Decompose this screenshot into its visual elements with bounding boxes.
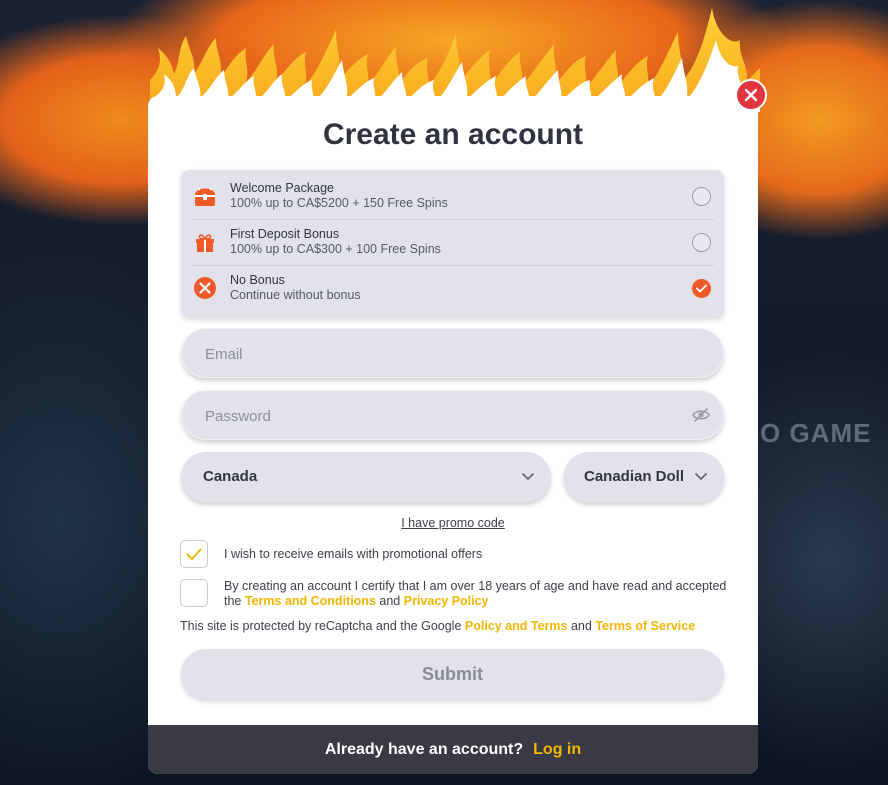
terms-checkbox[interactable] (180, 579, 208, 607)
bonus-subtitle: 100% up to CA$5200 + 150 Free Spins (230, 196, 448, 210)
checkmark-icon (696, 284, 707, 292)
chevron-down-icon (695, 473, 707, 480)
login-link[interactable]: Log in (533, 741, 581, 759)
checkmark-icon (186, 548, 202, 560)
bonus-text: First Deposit Bonus 100% up to CA$300 + … (230, 227, 441, 257)
promo-emails-checkbox[interactable] (180, 540, 208, 568)
bonus-selector: Welcome Package 100% up to CA$5200 + 150… (181, 170, 724, 318)
currency-select[interactable]: Canadian Dollar (564, 452, 724, 502)
bonus-radio[interactable] (692, 186, 711, 206)
login-footer: Already have an account? Log in (148, 725, 758, 774)
currency-value: Canadian Dollar (584, 468, 684, 485)
terms-label: By creating an account I certify that I … (224, 579, 729, 609)
gift-icon (193, 230, 217, 254)
submit-button[interactable]: Submit (181, 649, 724, 699)
bonus-radio-checked[interactable] (692, 278, 711, 298)
create-account-modal: Create an account Welcome Package 100% u… (148, 96, 758, 774)
recaptcha-text: This site is protected by reCaptcha and … (180, 619, 462, 633)
bonus-text: No Bonus Continue without bonus (230, 273, 361, 303)
already-have-account-text: Already have an account? (324, 740, 524, 758)
background-partial-text: O GAME (760, 418, 872, 448)
close-icon (744, 88, 758, 102)
and-text: and (570, 619, 592, 633)
terms-and-conditions-link[interactable]: Terms and Conditions (245, 594, 376, 608)
bonus-title: No Bonus (230, 273, 285, 287)
close-button[interactable] (735, 79, 767, 111)
recaptcha-notice: This site is protected by reCaptcha and … (180, 619, 695, 633)
bonus-option-no-bonus[interactable]: No Bonus Continue without bonus (181, 265, 724, 311)
password-input[interactable] (203, 390, 677, 442)
email-field[interactable] (181, 328, 724, 380)
bonus-radio[interactable] (692, 232, 711, 252)
eye-slash-icon[interactable] (692, 407, 710, 423)
terms-of-service-link[interactable]: Terms of Service (595, 619, 695, 633)
password-field[interactable] (181, 390, 724, 442)
country-select[interactable]: Canada (181, 452, 551, 502)
promo-code-link[interactable]: I have promo code (148, 516, 758, 530)
bonus-option-welcome-package[interactable]: Welcome Package 100% up to CA$5200 + 150… (181, 173, 724, 219)
treasure-chest-icon (193, 184, 217, 208)
bonus-title: First Deposit Bonus (230, 227, 340, 241)
no-bonus-x-icon (193, 276, 217, 300)
and-text: and (379, 594, 401, 608)
google-policy-link[interactable]: Policy and Terms (465, 619, 568, 633)
chevron-down-icon (522, 473, 534, 480)
bonus-text: Welcome Package 100% up to CA$5200 + 150… (230, 181, 448, 211)
bonus-subtitle: 100% up to CA$300 + 100 Free Spins (230, 242, 441, 256)
bonus-subtitle: Continue without bonus (230, 288, 361, 302)
country-value: Canada (203, 468, 258, 485)
email-input[interactable] (203, 328, 677, 380)
bonus-title: Welcome Package (230, 181, 334, 195)
bonus-option-first-deposit[interactable]: First Deposit Bonus 100% up to CA$300 + … (181, 219, 724, 265)
modal-title: Create an account (322, 118, 584, 151)
promo-emails-label: I wish to receive emails with promotiona… (224, 547, 483, 561)
privacy-policy-link[interactable]: Privacy Policy (404, 594, 489, 608)
